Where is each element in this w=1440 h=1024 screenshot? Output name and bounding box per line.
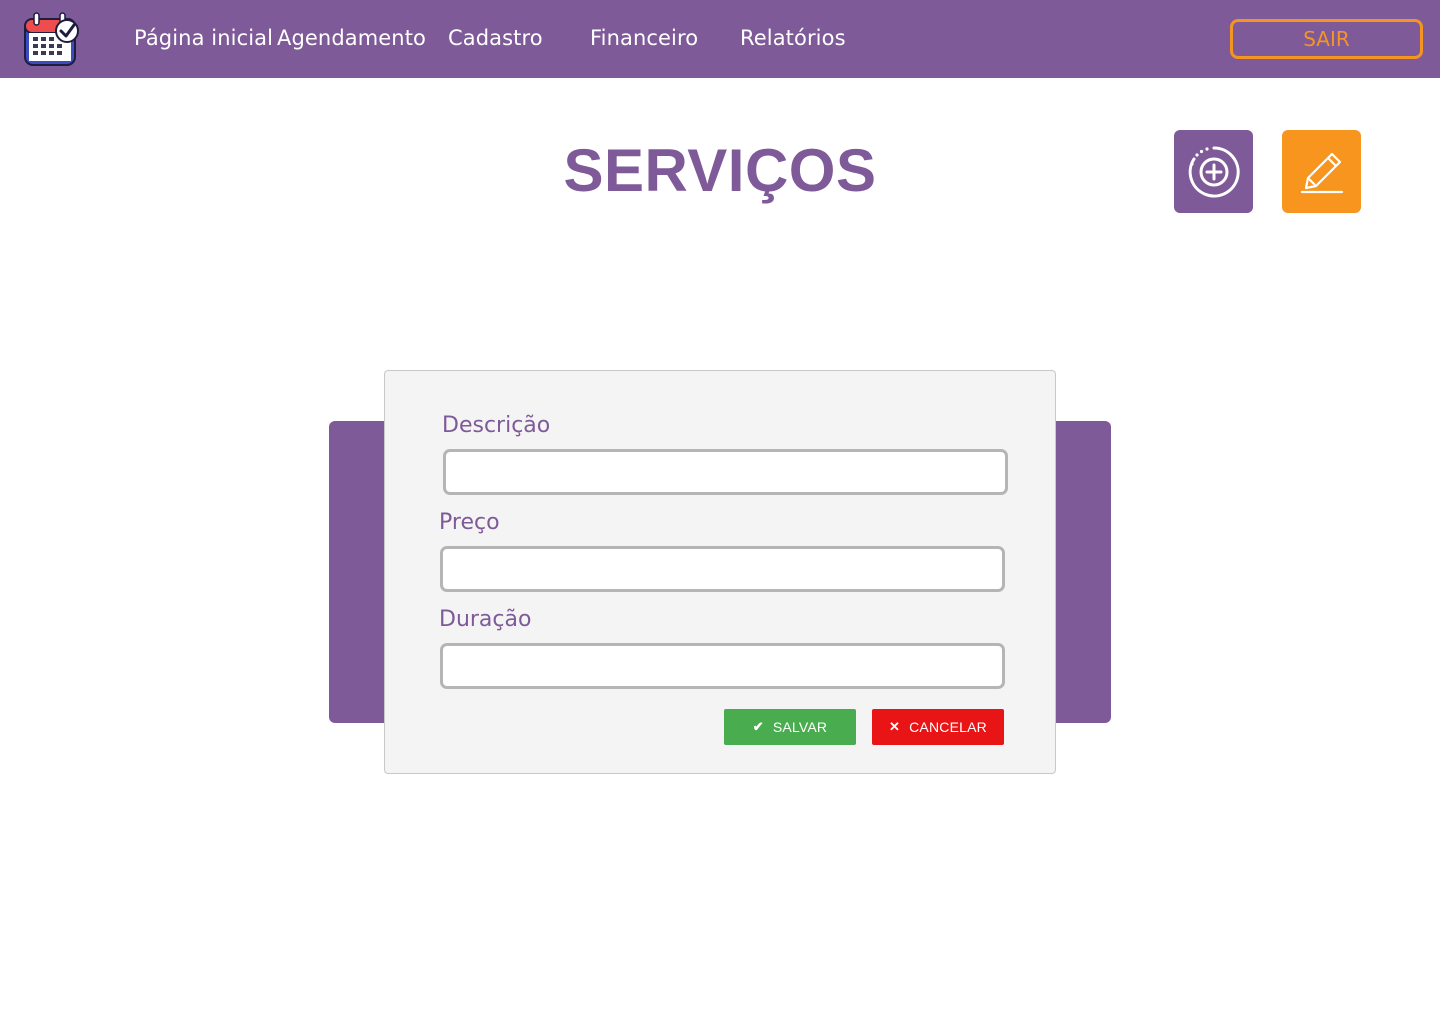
price-label: Preço bbox=[439, 510, 500, 535]
nav-item-agendamento[interactable]: Agendamento bbox=[277, 26, 426, 50]
nav-item-financeiro[interactable]: Financeiro bbox=[590, 26, 698, 50]
description-input[interactable] bbox=[443, 449, 1008, 495]
nav-item-cadastro[interactable]: Cadastro bbox=[448, 26, 543, 50]
price-input[interactable] bbox=[440, 546, 1005, 592]
cancel-button[interactable]: ✕ CANCELAR bbox=[872, 709, 1004, 745]
plus-circle-icon bbox=[1188, 145, 1240, 197]
duration-input[interactable] bbox=[440, 643, 1005, 689]
service-form: Descrição Preço Duração ✔ SALVAR ✕ CANCE… bbox=[384, 370, 1056, 774]
pencil-icon bbox=[1300, 152, 1343, 193]
check-icon: ✔ bbox=[752, 719, 764, 734]
nav-item-relatorios[interactable]: Relatórios bbox=[740, 26, 846, 50]
close-icon: ✕ bbox=[889, 719, 901, 734]
duration-label: Duração bbox=[439, 607, 532, 632]
save-button[interactable]: ✔ SALVAR bbox=[724, 709, 856, 745]
logout-button[interactable]: SAIR bbox=[1230, 19, 1423, 59]
description-label: Descrição bbox=[442, 413, 551, 438]
top-navigation-bar: Página inicial Agendamento Cadastro Fina… bbox=[0, 0, 1440, 78]
cancel-button-label: CANCELAR bbox=[909, 719, 987, 735]
edit-service-button[interactable] bbox=[1282, 130, 1361, 213]
calendar-check-icon[interactable] bbox=[22, 11, 80, 67]
add-service-button[interactable] bbox=[1174, 130, 1253, 213]
nav-item-pagina-inicial[interactable]: Página inicial bbox=[134, 26, 273, 50]
save-button-label: SALVAR bbox=[772, 719, 828, 735]
